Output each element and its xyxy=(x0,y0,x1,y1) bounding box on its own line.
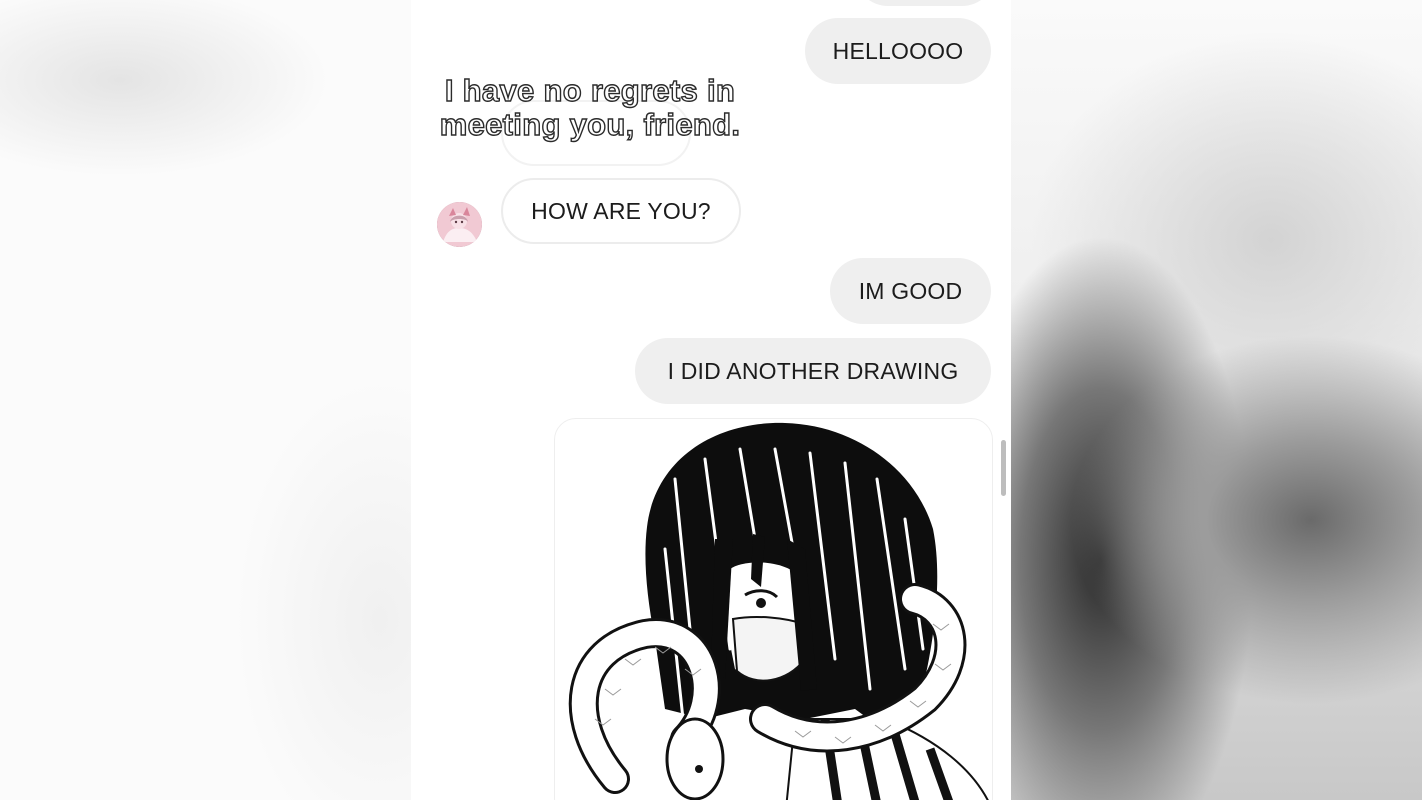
message-text: HELLOOOO xyxy=(832,37,964,64)
shared-drawing-image[interactable] xyxy=(554,418,993,800)
overlay-caption: I have no regrets in meeting you, friend… xyxy=(439,73,741,142)
message-bubble-sent[interactable]: IM GOOD xyxy=(830,258,991,324)
message-bubble-received[interactable]: HOW ARE YOU? xyxy=(501,178,741,244)
chat-thread[interactable]: HELLOOOO I have no regrets in meeting yo… xyxy=(411,0,1011,800)
message-text: HOW ARE YOU? xyxy=(531,197,711,224)
blurred-background-right xyxy=(1011,0,1422,800)
message-bubble-sent[interactable]: I DID ANOTHER DRAWING xyxy=(635,338,991,404)
blurred-background-left xyxy=(0,0,411,800)
previous-message-bubble xyxy=(855,0,995,6)
message-bubble-sent[interactable]: HELLOOOO xyxy=(805,18,991,84)
contact-avatar-icon[interactable] xyxy=(437,202,482,247)
message-text: IM GOOD xyxy=(858,277,963,304)
message-text: I DID ANOTHER DRAWING xyxy=(667,357,959,384)
scrollbar[interactable] xyxy=(1001,440,1006,496)
drawing-illustration xyxy=(568,422,989,800)
